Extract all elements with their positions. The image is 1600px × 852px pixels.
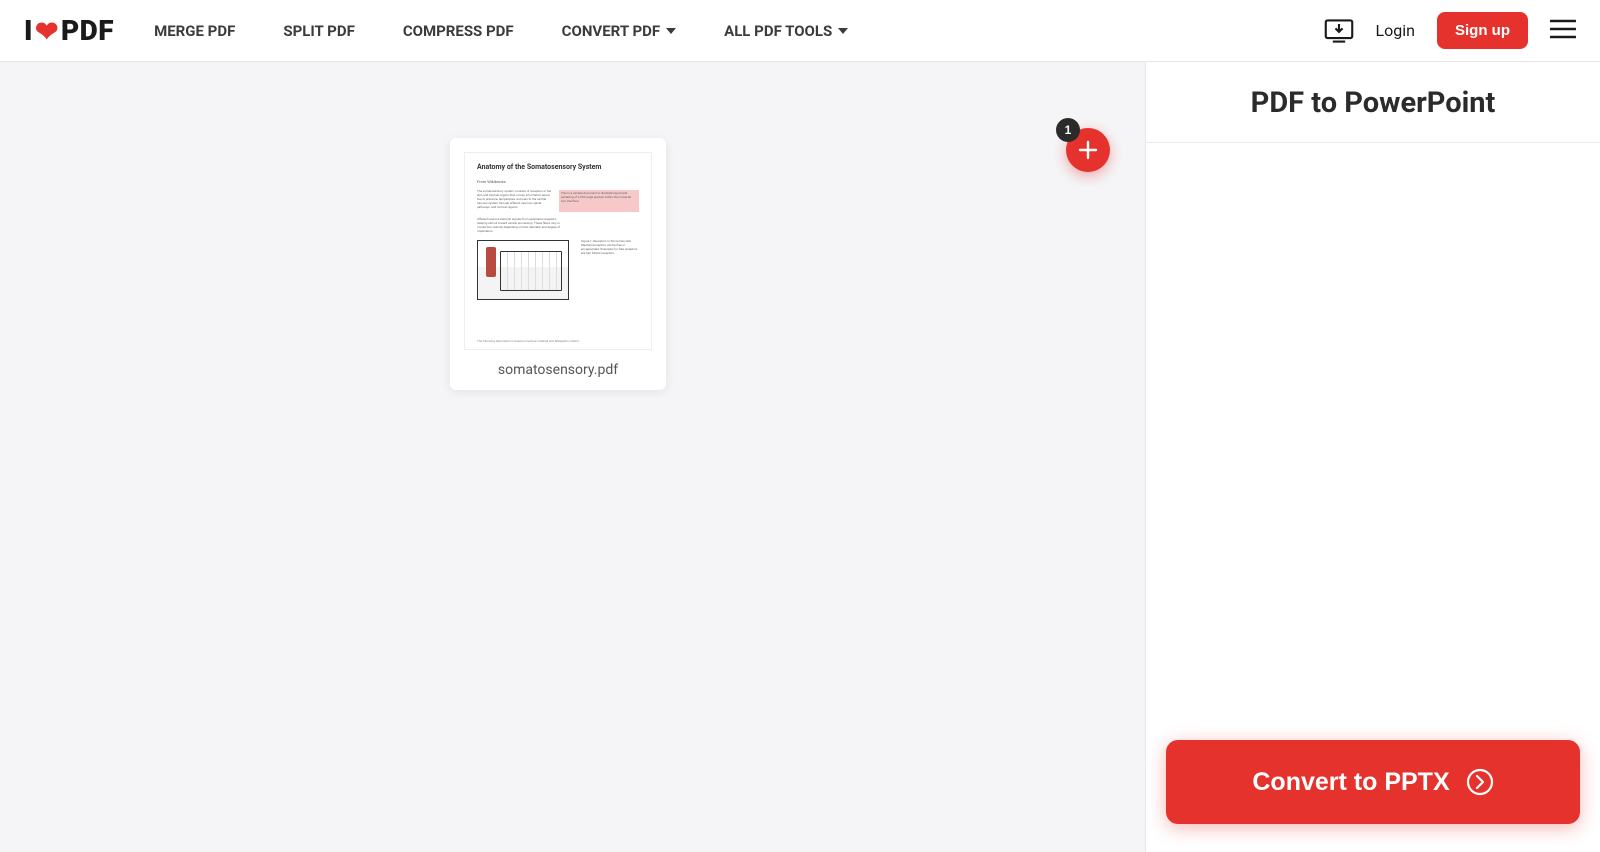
nav-all-tools[interactable]: ALL PDF TOOLS	[724, 22, 848, 40]
nav-merge[interactable]: MERGE PDF	[154, 22, 235, 40]
arrow-right-circle-icon	[1466, 768, 1494, 796]
brand-i: I	[24, 14, 33, 47]
nav-convert-label: CONVERT PDF	[562, 22, 660, 40]
nav-all-label: ALL PDF TOOLS	[724, 22, 832, 40]
main-content: Anatomy of the Somatosensory System From…	[0, 62, 1600, 852]
file-name-label: somatosensory.pdf	[464, 362, 652, 378]
workspace[interactable]: Anatomy of the Somatosensory System From…	[0, 62, 1145, 852]
chevron-down-icon	[838, 28, 848, 34]
heart-icon: ❤	[35, 15, 59, 48]
thumbnail-diagram	[477, 240, 569, 300]
desktop-download-icon[interactable]	[1324, 18, 1354, 44]
nav-split-label: SPLIT PDF	[283, 22, 354, 40]
thumbnail-caption: Figure 1: Receptors in the human skin. M…	[581, 239, 641, 255]
thumbnail-subtext: From Wikibooks	[477, 179, 639, 184]
convert-button-label: Convert to PPTX	[1252, 768, 1449, 797]
nav-convert[interactable]: CONVERT PDF	[562, 22, 676, 40]
thumbnail-text2: Afferent neurons transmit signals from p…	[477, 218, 561, 234]
login-link[interactable]: Login	[1376, 21, 1415, 40]
file-card[interactable]: Anatomy of the Somatosensory System From…	[450, 138, 666, 390]
sidebar-body	[1146, 143, 1600, 740]
brand-pdf: PDF	[61, 14, 114, 47]
thumbnail-highlight: This is a sample document to illustrate …	[559, 190, 639, 212]
plus-icon	[1078, 140, 1098, 160]
nav-merge-label: MERGE PDF	[154, 22, 235, 40]
thumbnail-title: Anatomy of the Somatosensory System	[477, 163, 639, 171]
brand-logo[interactable]: I ❤ PDF	[24, 14, 114, 47]
thumbnail-footer: The following description is based on le…	[477, 339, 639, 343]
main-nav: MERGE PDF SPLIT PDF COMPRESS PDF CONVERT…	[154, 22, 848, 40]
chevron-down-icon	[666, 28, 676, 34]
convert-button[interactable]: Convert to PPTX	[1166, 740, 1580, 824]
header-actions: Login Sign up	[1324, 12, 1576, 49]
thumbnail-text-left: The somatosensory system consists of rec…	[477, 190, 553, 212]
nav-compress-label: COMPRESS PDF	[403, 22, 514, 40]
file-thumbnail: Anatomy of the Somatosensory System From…	[464, 152, 652, 350]
nav-compress[interactable]: COMPRESS PDF	[403, 22, 514, 40]
hamburger-menu-icon[interactable]	[1550, 19, 1576, 43]
file-count-badge: 1	[1056, 118, 1080, 142]
options-sidebar: PDF to PowerPoint Convert to PPTX	[1145, 62, 1600, 852]
sidebar-title: PDF to PowerPoint	[1146, 62, 1600, 143]
nav-split[interactable]: SPLIT PDF	[283, 22, 354, 40]
signup-button[interactable]: Sign up	[1437, 12, 1528, 49]
header: I ❤ PDF MERGE PDF SPLIT PDF COMPRESS PDF…	[0, 0, 1600, 62]
add-file-button[interactable]: 1	[1066, 128, 1110, 172]
